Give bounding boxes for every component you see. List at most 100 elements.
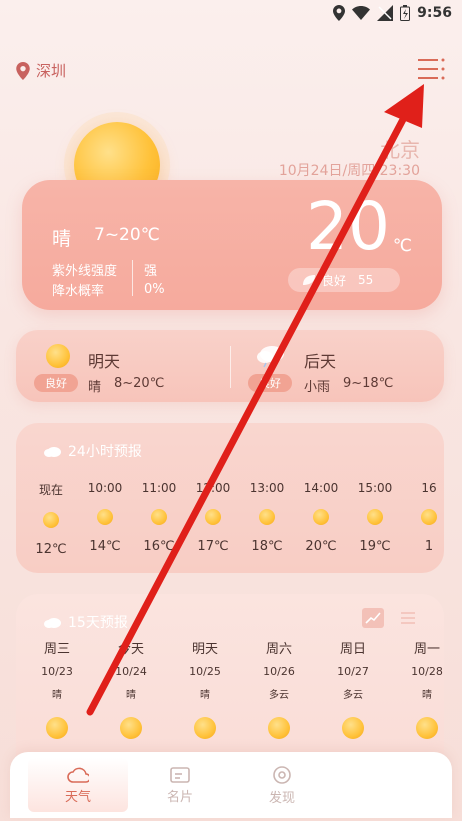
location-selector[interactable]: 深圳 xyxy=(16,60,66,81)
partly-cloudy-icon xyxy=(342,717,364,739)
day-date: 10/24 xyxy=(115,665,147,678)
day-item[interactable]: 今天 10/24 晴 xyxy=(106,638,156,739)
dayafter-aqi-badge: 良好 xyxy=(248,374,292,392)
hour-time: 现在 xyxy=(38,483,63,497)
day-condition: 晴 xyxy=(200,690,210,701)
menu-icon[interactable] xyxy=(418,58,446,80)
sunny-icon xyxy=(97,509,113,525)
sunny-icon xyxy=(421,509,437,525)
day-week: 今天 xyxy=(117,642,144,657)
city-name: 北京 xyxy=(380,138,420,162)
day-item[interactable]: 周日 10/27 多云 xyxy=(328,638,378,739)
hour-item[interactable]: 12:00 17℃ xyxy=(188,481,238,554)
hour-time: 13:00 xyxy=(249,481,285,495)
day-date: 10/23 xyxy=(41,665,73,678)
hour-item[interactable]: 16 1 xyxy=(404,481,444,554)
daily-title-text: 15天预报 xyxy=(68,615,128,631)
hour-time: 12:00 xyxy=(195,481,231,495)
hour-temp: 12℃ xyxy=(35,542,67,557)
wifi-icon xyxy=(352,6,371,20)
sunny-icon xyxy=(259,509,275,525)
hour-item[interactable]: 15:00 19℃ xyxy=(350,481,400,554)
tab-weather-label: 天气 xyxy=(64,789,91,805)
current-temperature: 20 xyxy=(306,188,390,265)
chart-view-button[interactable] xyxy=(362,608,384,628)
status-bar: 9:56 xyxy=(0,0,462,28)
signal-icon xyxy=(377,5,394,21)
tab-card-label: 名片 xyxy=(166,789,193,805)
location-pin-icon xyxy=(16,61,30,80)
aqi-value: 55 xyxy=(358,273,374,287)
leaf-icon xyxy=(303,275,315,285)
current-weather-card[interactable]: 晴 7~20℃ 紫外线强度 降水概率 强 0% 20 ℃ 良好 55 xyxy=(22,180,442,310)
sunny-icon xyxy=(313,509,329,525)
day-date: 10/26 xyxy=(263,665,295,678)
hour-item[interactable]: 11:00 16℃ xyxy=(134,481,184,554)
hourly-title-text: 24小时预报 xyxy=(68,444,142,460)
hour-time: 16 xyxy=(421,481,437,495)
weather-tab-icon xyxy=(67,767,89,783)
tab-card[interactable]: 名片 xyxy=(130,758,230,812)
day-condition: 晴 xyxy=(52,690,62,701)
day-item[interactable]: 周一 10/28 晴 xyxy=(402,638,444,739)
hour-item[interactable]: 14:00 20℃ xyxy=(296,481,346,554)
sunny-icon xyxy=(43,512,59,528)
day-item[interactable]: 周六 10/26 多云 xyxy=(254,638,304,739)
day-week: 周三 xyxy=(43,642,70,657)
day-date: 10/27 xyxy=(337,665,369,678)
hour-item[interactable]: 13:00 18℃ xyxy=(242,481,292,554)
sunny-icon xyxy=(205,509,221,525)
rain-cloud-icon xyxy=(257,346,284,368)
day-condition: 晴 xyxy=(422,690,432,701)
day-date: 10/28 xyxy=(411,665,443,678)
day-date: 10/25 xyxy=(189,665,221,678)
hour-item[interactable]: 现在 12℃ xyxy=(26,481,76,557)
aqi-badge[interactable]: 良好 55 xyxy=(288,268,400,292)
hour-temp: 20℃ xyxy=(305,539,337,554)
tab-discover-label: 发现 xyxy=(268,790,295,806)
discover-tab-icon xyxy=(273,765,291,784)
hour-temp: 14℃ xyxy=(89,539,121,554)
sunny-icon xyxy=(367,509,383,525)
location-icon xyxy=(333,5,346,21)
two-day-card[interactable]: 良好 明天 晴 8~20℃ 良好 后天 小雨 9~18℃ xyxy=(16,330,444,402)
hour-temp: 18℃ xyxy=(251,539,283,554)
day-week: 明天 xyxy=(191,642,218,657)
dayafter-range: 9~18℃ xyxy=(343,376,394,391)
list-view-icon[interactable] xyxy=(400,610,416,626)
tab-weather[interactable]: 天气 xyxy=(28,758,128,812)
cloud-icon xyxy=(44,447,61,457)
rain-label: 降水概率 xyxy=(52,284,105,299)
hour-temp: 1 xyxy=(424,539,434,554)
tomorrow-range: 8~20℃ xyxy=(114,376,165,391)
day-item[interactable]: 周三 10/23 晴 xyxy=(32,638,82,739)
sunny-icon xyxy=(416,717,438,739)
line-chart-icon xyxy=(365,612,381,624)
tomorrow-label: 明天 xyxy=(88,352,121,371)
hour-time: 10:00 xyxy=(87,481,123,495)
cloud-icon xyxy=(44,618,61,628)
hour-temp: 16℃ xyxy=(143,539,175,554)
temperature-unit: ℃ xyxy=(392,236,412,256)
status-time: 9:56 xyxy=(417,5,452,21)
tab-discover[interactable]: 发现 xyxy=(232,758,332,812)
sunny-icon xyxy=(151,509,167,525)
day-item[interactable]: 明天 10/25 晴 xyxy=(180,638,230,739)
day-condition: 多云 xyxy=(343,690,363,701)
divider xyxy=(132,260,133,296)
battery-icon xyxy=(400,5,411,21)
tomorrow-sunny-icon xyxy=(46,344,70,368)
hour-temp: 17℃ xyxy=(197,539,229,554)
card-tab-icon xyxy=(170,766,190,783)
hourly-forecast-card[interactable]: 24小时预报 现在 12℃ 10:00 14℃ 11:00 16℃ 12:00 17℃ … xyxy=(16,423,444,573)
hour-time: 15:00 xyxy=(357,481,393,495)
sunny-icon xyxy=(120,717,142,739)
partly-cloudy-icon xyxy=(268,717,290,739)
hour-item[interactable]: 10:00 14℃ xyxy=(80,481,130,554)
divider xyxy=(230,346,231,388)
day-condition: 多云 xyxy=(269,690,289,701)
current-range: 7~20℃ xyxy=(94,225,160,245)
tomorrow-condition: 晴 xyxy=(88,380,102,395)
rain-value: 0% xyxy=(144,282,165,297)
sunny-icon xyxy=(46,717,68,739)
